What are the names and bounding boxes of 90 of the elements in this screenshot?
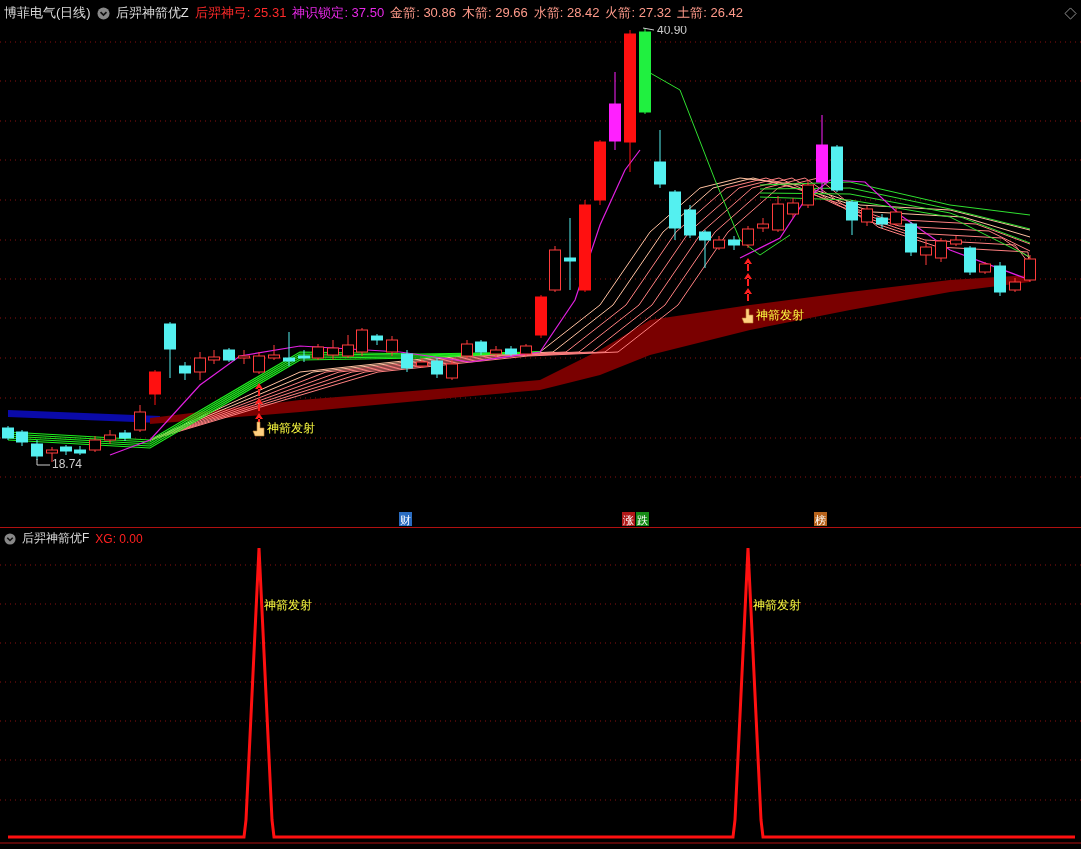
candlestick [371,333,383,346]
candlestick [194,351,206,381]
candlestick [549,245,561,293]
candlestick [342,334,354,359]
indicator-readout: 土箭: 26.42 [677,4,743,22]
candlestick [268,344,280,361]
candlestick [119,429,131,442]
indicator-readout: 神识锁定: 37.50 [292,4,385,22]
diamond-icon[interactable] [1064,6,1077,20]
candlestick [223,347,235,363]
candlestick [134,404,146,433]
candlestick [104,429,116,445]
candlestick [505,345,517,357]
indicator-readout: 火箭: 27.32 [605,4,672,22]
candlestick [757,217,769,233]
candlestick [312,343,324,361]
candlestick [861,205,873,227]
candlestick [787,197,799,219]
signal-label: 神箭发射 [264,598,312,612]
candlestick [461,339,473,359]
candlestick [31,439,43,461]
candlestick [1009,277,1021,293]
candlestick [964,245,976,276]
candlestick [876,213,888,229]
candlestick [253,351,265,375]
up-arrow-icon [744,258,752,301]
collapse-icon[interactable] [4,532,16,545]
hand-pointer-icon [741,308,754,324]
indicator-readout: 木箭: 29.66 [461,4,528,22]
candlestick [446,359,458,381]
candlestick [2,425,14,441]
candlestick [208,349,220,365]
indicator-readout: XG: 0.00 [95,531,143,546]
candlestick [728,235,740,251]
candlestick [535,294,547,339]
candlestick [401,349,413,373]
candlestick [669,189,681,241]
candlestick [356,327,368,357]
candlestick [994,261,1006,297]
candlestick [713,235,725,251]
candlestick [654,129,666,189]
candlestick [386,335,398,357]
candlestick [699,229,711,269]
price-label: 40.90 [657,26,688,37]
candlestick [594,139,606,206]
collapse-icon[interactable] [96,6,110,20]
indicator-name: 后羿神箭优Z [115,4,189,22]
candlestick [920,239,932,266]
price-label: 18.74 [52,457,83,471]
candlestick [684,204,696,239]
candlestick [905,221,917,257]
candlestick [431,357,443,379]
candlestick [327,339,339,361]
candlestick [179,361,191,381]
candlestick [298,349,310,363]
candlestick [416,357,428,369]
candlestick [831,144,843,193]
candlestick [520,343,532,357]
candlestick [935,237,947,263]
candlestick [742,225,754,249]
indicator-readout: 后羿神弓: 25.31 [194,4,287,22]
candlestick [772,195,784,233]
candlestick [802,179,814,209]
candlestick [846,199,858,236]
hand-pointer-icon [252,421,265,437]
candlestick [16,429,28,447]
event-marker[interactable]: 财 [399,512,412,526]
candlestick [60,444,72,456]
candlestick [89,435,101,453]
candlestick [490,345,502,358]
signal-label: 神箭发射 [753,598,801,612]
candlestick [74,445,86,456]
candlestick [979,261,991,275]
indicator-name: 后羿神箭优F [22,530,90,547]
signal-label: 神箭发射 [267,421,315,435]
indicator-readout: 水箭: 28.42 [533,4,600,22]
event-marker[interactable]: 榜 [814,512,827,526]
event-marker[interactable]: 跌 [636,512,649,526]
candlestick [238,349,250,365]
event-marker[interactable]: 涨 [622,512,635,526]
candlestick [950,235,962,247]
candlestick [890,207,902,227]
candlestick [164,321,176,379]
signal-label: 神箭发射 [756,308,804,322]
indicator-readout: 金箭: 30.86 [390,4,456,22]
candlestick [1024,254,1036,283]
candlestick [283,331,295,367]
candlestick [475,339,487,356]
candlestick [149,369,161,406]
stock-name: 博菲电气(日线) [4,4,91,22]
